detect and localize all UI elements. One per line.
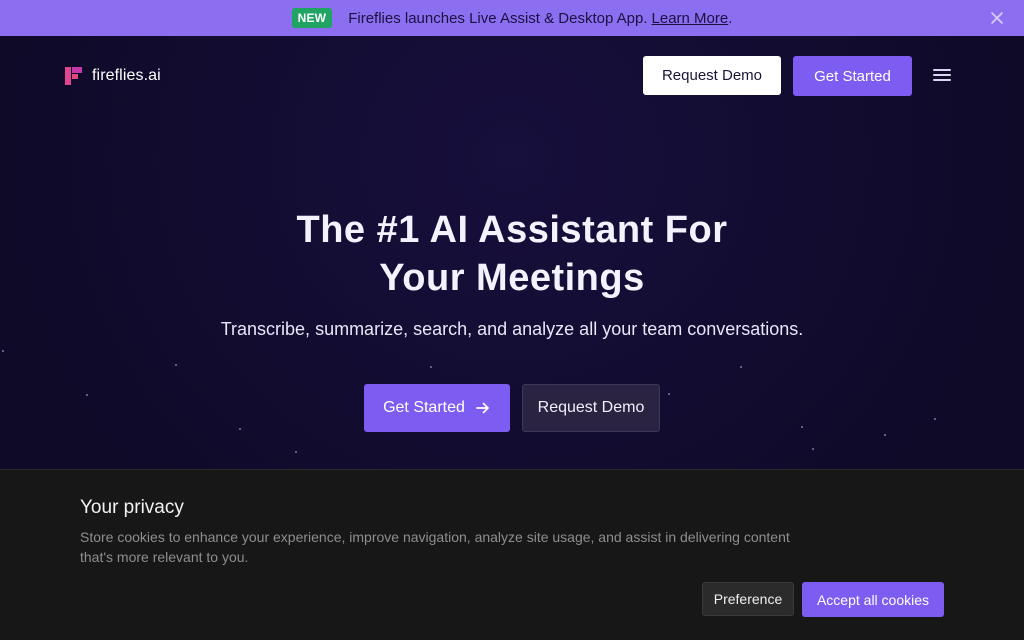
headline-line-2: Your Meetings [379,257,645,299]
star-dot [801,426,803,428]
learn-more-link[interactable]: Learn More [652,10,729,27]
star-dot [239,428,241,430]
star-dot [934,418,936,420]
hero-request-demo-button[interactable]: Request Demo [522,384,660,432]
header-request-demo-button[interactable]: Request Demo [643,56,781,95]
star-dot [884,434,886,436]
headline-line-1: The #1 AI Assistant For [296,209,728,251]
star-dot [175,364,177,366]
announcement-message: Fireflies launches Live Assist & Desktop… [348,9,648,27]
hero-get-started-button[interactable]: Get Started [364,384,510,432]
cookie-preference-button[interactable]: Preference [702,582,794,616]
star-dot [740,366,742,368]
cookie-title: Your privacy [80,497,184,518]
announcement-bar: NEW Fireflies launches Live Assist & Des… [0,0,1024,36]
announcement-trailing: . [728,9,733,27]
star-dot [86,394,88,396]
cookie-consent-banner: Your privacy Store cookies to enhance yo… [0,469,1024,640]
star-dot [812,448,814,450]
star-dot [668,393,670,395]
star-dot [2,350,4,352]
new-badge: NEW [291,8,333,28]
arrow-right-icon [476,402,489,414]
brand-logo[interactable]: fireflies.ai [64,66,161,86]
hero-get-started-label: Get Started [383,399,465,416]
hero-subheadline: Transcribe, summarize, search, and analy… [220,319,804,339]
accept-all-cookies-button[interactable]: Accept all cookies [802,582,944,617]
logo-text: fireflies.ai [92,67,161,84]
cookie-description: Store cookies to enhance your experience… [80,529,790,565]
hero-headline: The #1 AI Assistant For Your Meetings [0,206,1024,302]
fireflies-logo-icon [65,67,82,85]
close-icon[interactable] [988,9,1006,27]
star-dot [295,451,297,453]
hamburger-menu-icon[interactable] [933,69,951,83]
header-get-started-button[interactable]: Get Started [793,56,912,96]
star-dot [430,366,432,368]
